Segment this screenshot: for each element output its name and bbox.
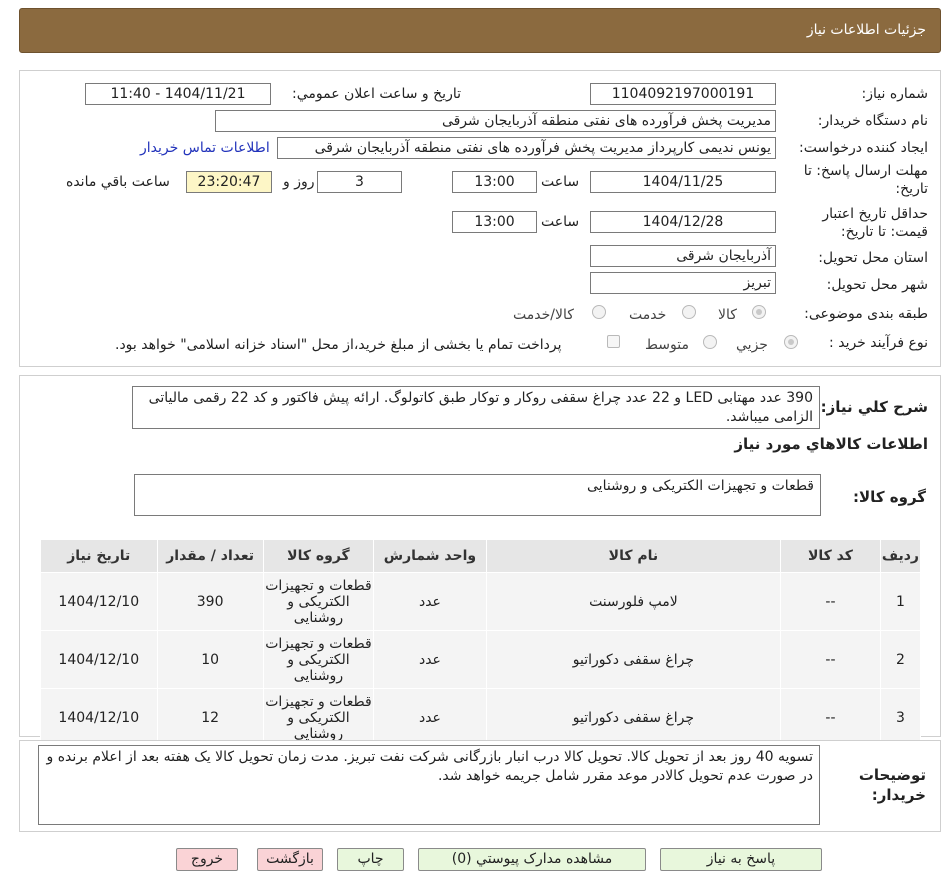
buyer-org-label: نام دستگاه خریدار: (817, 113, 928, 129)
description-label: شرح کلي نياز: (820, 398, 928, 416)
cell-group: قطعات و تجهیزات الکتریکی و روشنایی (262, 572, 375, 631)
need-number-label: شماره نیاز: (861, 86, 929, 102)
announce-datetime-field[interactable]: 1404/11/21 - 11:40 (85, 83, 271, 105)
buyer-notes-label: توضیحات (858, 766, 926, 784)
requester-label: ایجاد کننده درخواست: (799, 140, 928, 156)
days-remaining-field[interactable]: 3 (317, 171, 402, 193)
city-label: شهر محل تحویل: (826, 277, 928, 293)
col-date: تاریخ نیاز (40, 539, 158, 573)
deadline-time-field[interactable]: 13:00 (452, 171, 537, 193)
page-title: جزئیات اطلاعات نیاز (806, 22, 926, 38)
buyer-notes-textarea[interactable]: تسویه 40 روز بعد از تحویل کالا. تحویل کا… (38, 745, 820, 825)
process-minor-label: جزیي (736, 337, 768, 353)
need-number-field[interactable]: 1104092197000191 (590, 83, 776, 105)
cell-row: 1 (879, 572, 922, 631)
cell-name: لامپ فلورسنت (485, 572, 782, 631)
cell-code: -- (780, 630, 881, 689)
reply-button[interactable]: پاسخ به نیاز (660, 848, 822, 871)
buyer-notes-label-2: خریدار: (871, 786, 926, 804)
deadline-label-date: تاریخ: (895, 181, 928, 197)
category-radio-goods-service[interactable] (592, 305, 606, 319)
category-label: طبقه بندی موضوعی: (804, 306, 928, 322)
deadline-time-label: ساعت (541, 174, 580, 190)
category-service-label: خدمت (629, 307, 667, 323)
back-button[interactable]: بازگشت (257, 848, 323, 871)
goods-group-label: گروه کالا: (853, 488, 926, 506)
cell-qty: 10 (156, 630, 264, 689)
cell-row: 3 (879, 688, 922, 747)
cell-unit: عدد (373, 688, 487, 747)
cell-name: چراغ سقفی دکوراتیو (485, 630, 782, 689)
cell-group: قطعات و تجهیزات الکتریکی و روشنایی (262, 688, 375, 747)
cell-qty: 390 (156, 572, 264, 631)
col-code: کد کالا (780, 539, 881, 573)
goods-table: رديف کد کالا نام کالا واحد شمارش گروه کا… (40, 539, 922, 747)
table-row[interactable]: 1 -- لامپ فلورسنت عدد قطعات و تجهیزات ال… (40, 572, 922, 631)
validity-time-label: ساعت (541, 214, 580, 230)
buyer-org-field[interactable]: مدیریت پخش فرآورده های نفتی منطقه آذربای… (215, 110, 776, 132)
process-radio-minor[interactable] (784, 335, 798, 349)
validity-label: حداقل تاریخ اعتبار (822, 206, 928, 222)
city-field[interactable]: تبریز (590, 272, 776, 294)
deadline-label: مهلت ارسال پاسخ: تا (803, 163, 928, 179)
col-unit: واحد شمارش (373, 539, 487, 573)
deadline-date-field[interactable]: 1404/11/25 (590, 171, 776, 193)
col-qty: تعداد / مقدار (156, 539, 264, 573)
cell-unit: عدد (373, 572, 487, 631)
validity-time-field[interactable]: 13:00 (452, 211, 537, 233)
treasury-payment-note: پرداخت تمام یا بخشی از مبلغ خرید،از محل … (115, 337, 562, 353)
process-medium-label: متوسط (645, 337, 689, 353)
category-goods-service-label: کالا/خدمت (513, 307, 574, 323)
cell-date: 1404/12/10 (40, 572, 158, 631)
province-field[interactable]: آذربایجان شرقی (590, 245, 776, 267)
category-radio-service[interactable] (682, 305, 696, 319)
exit-button[interactable]: خروج (176, 848, 238, 871)
announce-label: تاریخ و ساعت اعلان عمومي: (292, 86, 461, 102)
process-radio-medium[interactable] (703, 335, 717, 349)
cell-date: 1404/12/10 (40, 688, 158, 747)
goods-section-title: اطلاعات کالاهاي مورد نياز (734, 435, 928, 453)
treasury-payment-checkbox[interactable] (607, 335, 620, 348)
validity-label-date: قیمت: تا تاریخ: (840, 224, 928, 240)
process-label: نوع فرآیند خرید : (829, 335, 928, 351)
remaining-time-field: 23:20:47 (186, 171, 272, 193)
table-row[interactable]: 3 -- چراغ سقفی دکوراتیو عدد قطعات و تجهی… (40, 688, 922, 747)
cell-unit: عدد (373, 630, 487, 689)
table-header-row: رديف کد کالا نام کالا واحد شمارش گروه کا… (40, 539, 922, 573)
validity-date-field[interactable]: 1404/12/28 (590, 211, 776, 233)
table-row[interactable]: 2 -- چراغ سقفی دکوراتیو عدد قطعات و تجهی… (40, 630, 922, 689)
cell-code: -- (780, 688, 881, 747)
days-label: روز و (283, 174, 315, 190)
description-textarea[interactable]: 390 عدد مهتابی LED و 22 عدد چراغ سقفی رو… (132, 386, 820, 429)
cell-code: -- (780, 572, 881, 631)
print-button[interactable]: چاپ (337, 848, 404, 871)
col-row: رديف (879, 539, 922, 573)
cell-qty: 12 (156, 688, 264, 747)
province-label: استان محل تحویل: (818, 250, 928, 266)
cell-row: 2 (879, 630, 922, 689)
remaining-time-label: ساعت باقي مانده (66, 174, 170, 190)
goods-group-textarea[interactable]: قطعات و تجهیزات الکتریکی و روشنایی (134, 474, 821, 516)
cell-group: قطعات و تجهیزات الکتریکی و روشنایی (262, 630, 375, 689)
page-header: جزئیات اطلاعات نیاز (19, 8, 941, 53)
buyer-contact-link[interactable]: اطلاعات تماس خریدار (140, 140, 270, 156)
requester-field[interactable]: یونس ندیمی کارپرداز مدیریت پخش فرآورده ه… (277, 137, 776, 159)
cell-date: 1404/12/10 (40, 630, 158, 689)
category-radio-goods[interactable] (752, 305, 766, 319)
category-goods-label: کالا (718, 307, 737, 323)
col-name: نام کالا (485, 539, 782, 573)
col-group: گروه کالا (262, 539, 375, 573)
view-attachments-button[interactable]: مشاهده مدارک پیوستي (0) (418, 848, 646, 871)
cell-name: چراغ سقفی دکوراتیو (485, 688, 782, 747)
